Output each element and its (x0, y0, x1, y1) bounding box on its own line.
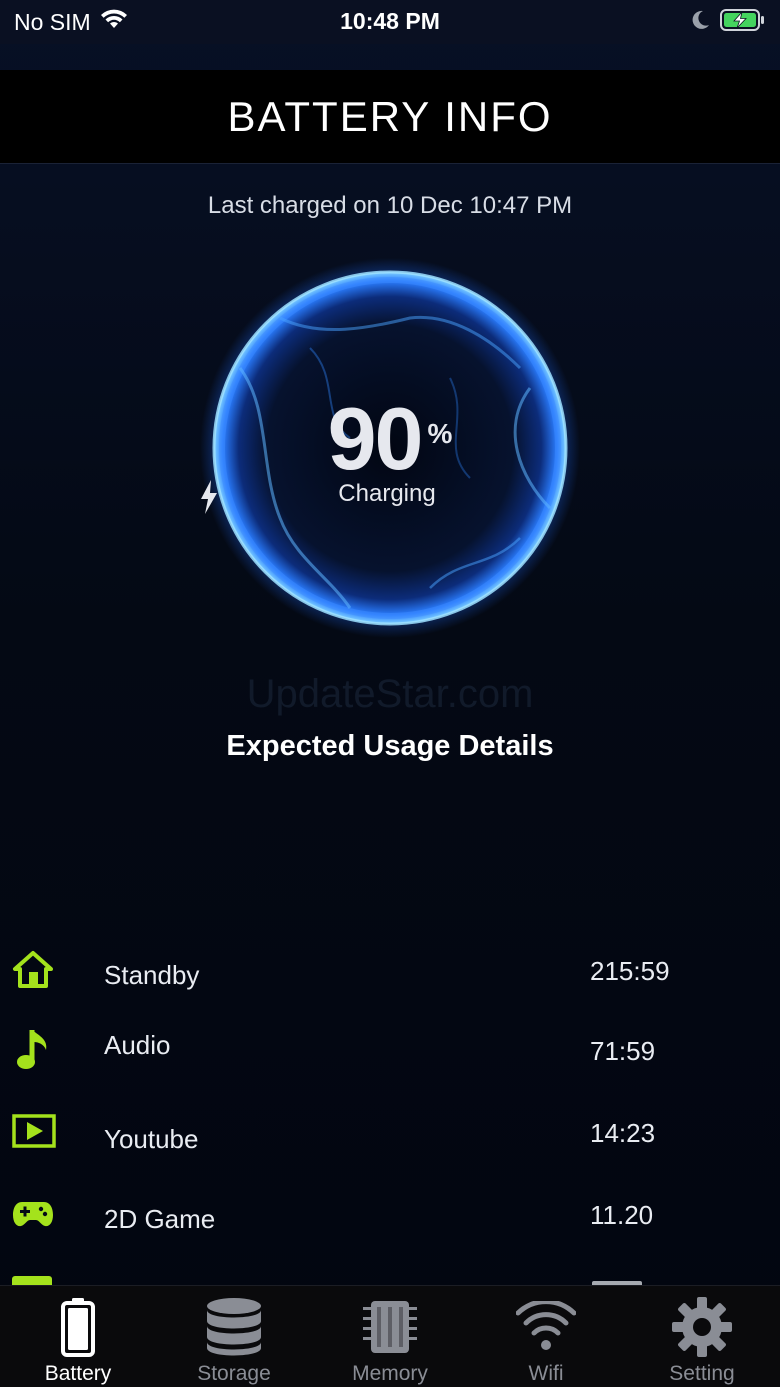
status-bar: No SIM 10:48 PM (0, 0, 780, 44)
usage-label: Standby (104, 960, 200, 990)
video-camera-icon (12, 1276, 52, 1285)
usage-section-title: Expected Usage Details (226, 730, 554, 762)
usage-value: 14:23 (590, 1118, 656, 1148)
battery-info-screen: No SIM 10:48 PM BATTERY INFO Last charge… (0, 0, 780, 1387)
usage-row-2d-game: 2D Game 11.20 (0, 1192, 780, 1252)
tab-label: Wifi (528, 1362, 564, 1385)
status-time: 10:48 PM (340, 8, 440, 34)
battery-charging-icon (720, 8, 766, 37)
charging-status-label: Charging (338, 480, 436, 507)
tab-label: Storage (197, 1362, 271, 1385)
battery-orb: 90% Charging (200, 258, 580, 638)
tab-label: Memory (352, 1362, 428, 1385)
battery-level: 90% (200, 388, 580, 490)
usage-value: 215:59 (590, 956, 670, 986)
watermark: UpdateStar.com (246, 672, 534, 716)
usage-row-standby: Standby 215:59 (0, 948, 780, 1008)
battery-percentage: 90 (327, 389, 424, 488)
status-right (692, 8, 766, 37)
wifi-icon (516, 1296, 576, 1358)
tab-label: Battery (44, 1362, 112, 1385)
moon-icon (692, 10, 710, 35)
usage-label: 2D Game (104, 1204, 216, 1234)
chip-icon (361, 1296, 419, 1358)
tab-memory[interactable]: Memory (312, 1286, 468, 1387)
tab-setting[interactable]: Setting (624, 1286, 780, 1387)
last-charged-text: Last charged on 10 Dec 10:47 PM (207, 192, 573, 219)
charging-status: Charging (200, 480, 580, 514)
app-header: BATTERY INFO (0, 70, 780, 164)
tab-battery[interactable]: Battery (0, 1286, 156, 1387)
battery-icon (60, 1296, 96, 1358)
home-icon (12, 950, 54, 995)
battery-percent-unit: % (427, 418, 453, 449)
music-note-icon (16, 1028, 52, 1077)
tab-label: Setting (669, 1362, 735, 1385)
page-title: BATTERY INFO (227, 92, 553, 140)
usage-label: Audio (104, 1030, 171, 1060)
tab-bar: Battery Storage Memory Wifi Setting (0, 1285, 780, 1387)
gear-icon (671, 1296, 733, 1358)
usage-value: 11.20 (590, 1200, 654, 1230)
gamepad-icon (12, 1200, 54, 1233)
tab-wifi[interactable]: Wifi (468, 1286, 624, 1387)
usage-row-audio: Audio 71:59 (0, 1022, 780, 1082)
tab-storage[interactable]: Storage (156, 1286, 312, 1387)
usage-value: 71:59 (590, 1036, 656, 1066)
usage-row-youtube: Youtube 14:23 (0, 1110, 780, 1170)
video-play-icon (12, 1114, 56, 1153)
database-icon (205, 1296, 263, 1358)
usage-label: Youtube (104, 1124, 199, 1154)
